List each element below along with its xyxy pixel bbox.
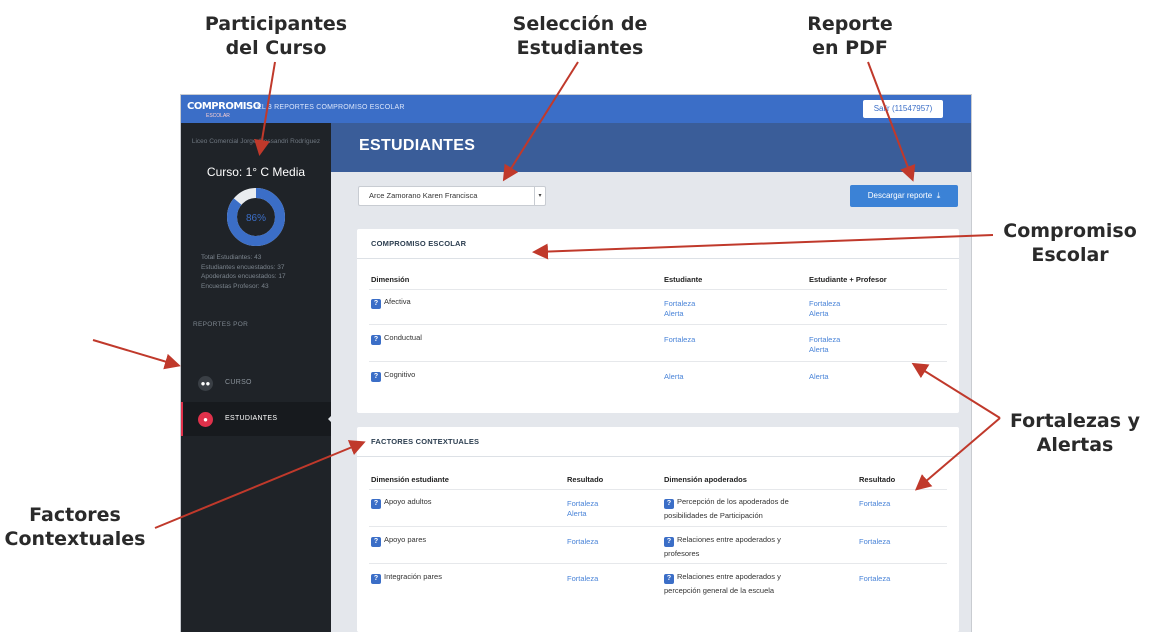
arrow-seleccion xyxy=(502,61,579,182)
arrow-compromiso xyxy=(532,234,994,260)
annotation-arrows xyxy=(92,61,1001,529)
arrow-reporte xyxy=(867,61,916,182)
arrow-fortalezas-2 xyxy=(914,417,1001,491)
arrow-participantes xyxy=(254,61,276,156)
arrow-factores xyxy=(154,440,366,529)
arrow-fortalezas-1 xyxy=(911,362,1001,419)
arrow-sidebar xyxy=(92,339,181,370)
